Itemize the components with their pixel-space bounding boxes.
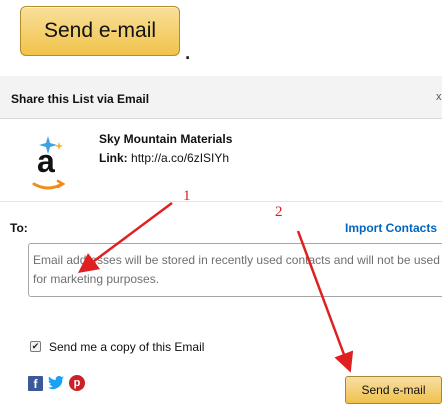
pinterest-icon[interactable]: p <box>69 375 85 391</box>
send-email-button[interactable]: Send e-mail <box>345 376 442 404</box>
annotation-arrow-2 <box>296 230 354 373</box>
annotation-arrow-1 <box>77 201 173 273</box>
facebook-icon[interactable]: f <box>28 376 43 391</box>
annotation-arrows <box>77 201 354 373</box>
